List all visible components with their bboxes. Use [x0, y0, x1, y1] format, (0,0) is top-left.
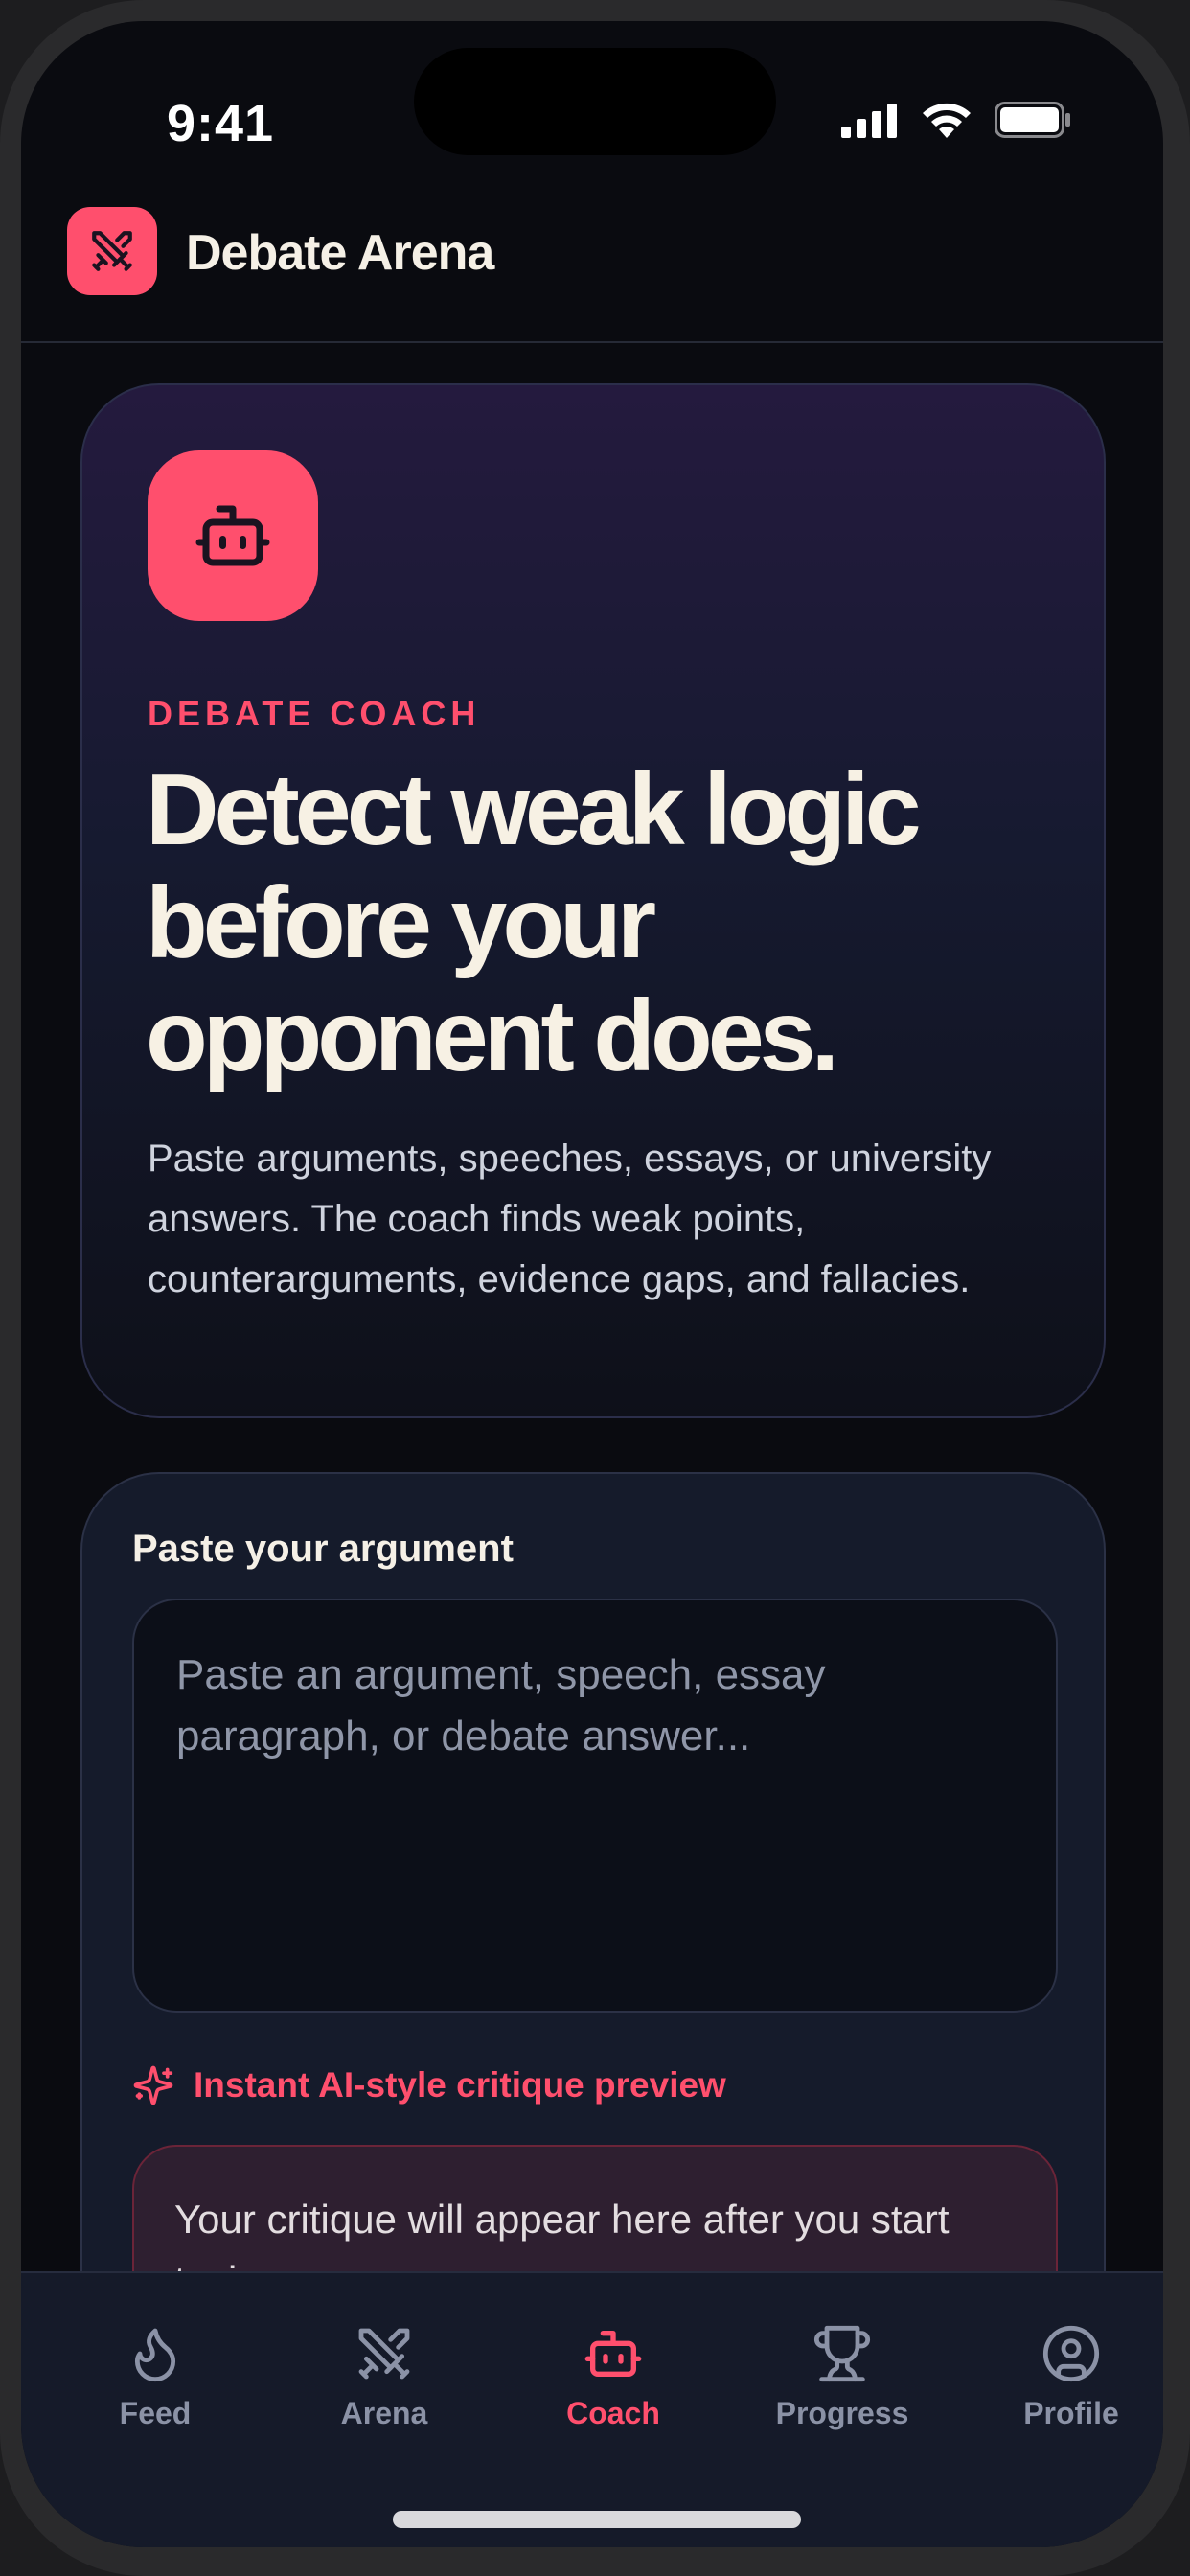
app-logo[interactable]	[67, 207, 157, 295]
tab-profile[interactable]: Profile	[975, 2323, 1163, 2438]
cellular-signal-icon	[841, 104, 897, 138]
tab-bar: Feed Arena Coach Progress Profile	[21, 2271, 1163, 2547]
robot-icon	[584, 2331, 642, 2377]
user-circle-icon	[1042, 2325, 1100, 2382]
tab-arena[interactable]: Arena	[288, 2323, 480, 2438]
hero-headline: Detect weak logic before your opponent d…	[146, 753, 922, 1092]
dynamic-island	[414, 48, 776, 155]
app-header: Debate Arena	[21, 184, 1163, 343]
coach-badge	[148, 450, 318, 621]
phone-frame: 9:41 Debate Arena DEBATE COACH Detect we…	[0, 0, 1190, 2576]
home-indicator[interactable]	[393, 2511, 801, 2528]
tab-feed[interactable]: Feed	[59, 2323, 251, 2438]
critique-preview-header: Instant AI-style critique preview	[132, 2064, 726, 2106]
argument-textarea[interactable]	[132, 1598, 1058, 2012]
hero-card: DEBATE COACH Detect weak logic before yo…	[80, 383, 1106, 1418]
screen: 9:41 Debate Arena DEBATE COACH Detect we…	[21, 21, 1163, 2547]
battery-icon	[995, 102, 1070, 138]
critique-preview-label: Instant AI-style critique preview	[194, 2065, 726, 2104]
robot-icon	[195, 505, 270, 566]
tab-label: Arena	[340, 2396, 428, 2430]
crossed-swords-icon	[92, 231, 132, 271]
flame-icon	[134, 2328, 176, 2381]
tab-label: Profile	[1023, 2396, 1119, 2430]
wifi-icon	[923, 103, 971, 138]
tab-coach[interactable]: Coach	[517, 2323, 709, 2438]
status-bar: 9:41	[21, 21, 1163, 174]
app-title: Debate Arena	[186, 225, 494, 281]
sparkles-icon	[133, 2065, 173, 2105]
hero-eyebrow: DEBATE COACH	[148, 694, 481, 733]
tab-label: Feed	[119, 2396, 192, 2430]
status-time: 9:41	[167, 95, 275, 152]
crossed-swords-icon	[358, 2328, 410, 2380]
argument-input-label: Paste your argument	[132, 1528, 514, 1570]
tab-progress[interactable]: Progress	[746, 2323, 938, 2438]
tab-label: Coach	[566, 2396, 660, 2430]
tab-label: Progress	[775, 2396, 909, 2430]
hero-description: Paste arguments, speeches, essays, or un…	[148, 1138, 992, 1300]
trophy-icon	[813, 2325, 871, 2382]
